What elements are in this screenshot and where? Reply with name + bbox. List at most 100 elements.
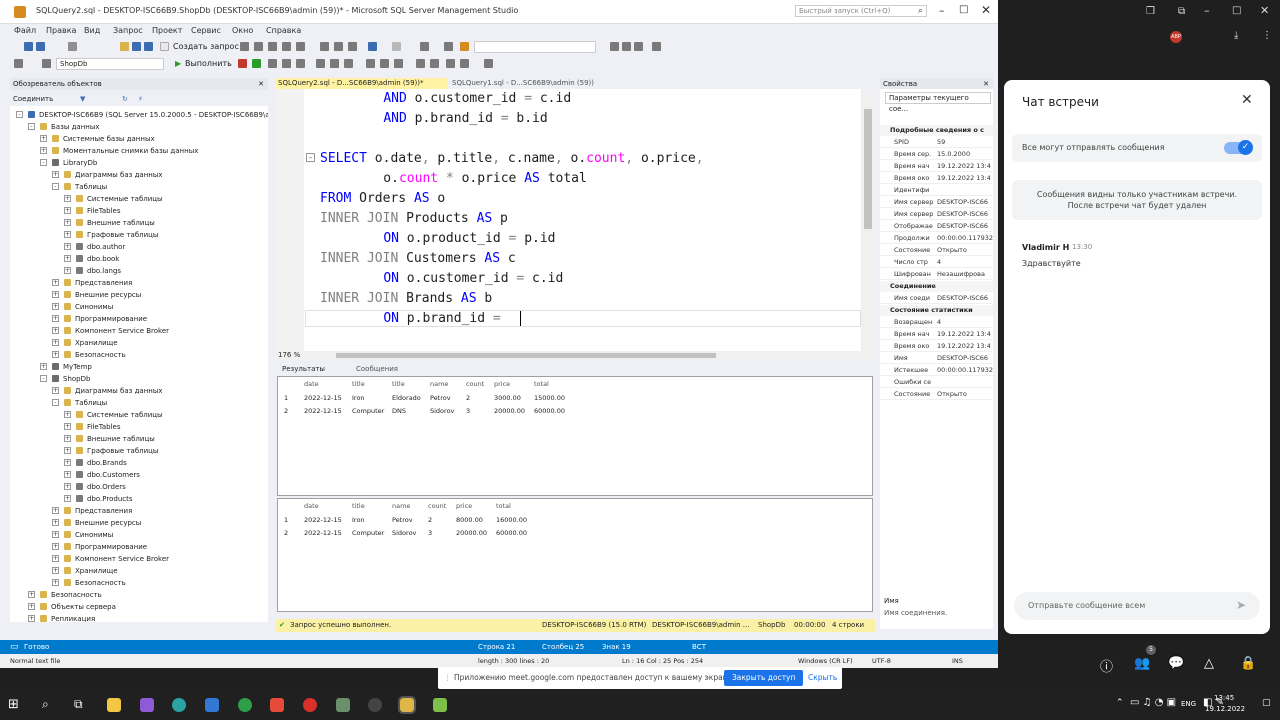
- tree-node[interactable]: Системные таблицы: [87, 410, 163, 420]
- uncomment-icon[interactable]: [430, 59, 439, 68]
- code-line[interactable]: FROM Orders AS o: [320, 191, 445, 207]
- expand-toggle[interactable]: +: [52, 351, 59, 358]
- scroll-thumb[interactable]: [864, 109, 872, 229]
- tree-node[interactable]: Представления: [75, 278, 132, 288]
- tree-node[interactable]: Безопасность: [75, 578, 126, 588]
- column-header[interactable]: count: [428, 501, 446, 511]
- grid-cell[interactable]: DNS: [392, 406, 406, 416]
- quick-launch-input[interactable]: Быстрый запуск (Ctrl+Q): [795, 5, 927, 17]
- column-header[interactable]: title: [352, 379, 365, 389]
- property-row[interactable]: Имя DESKTOP-ISC66: [880, 353, 993, 364]
- hide-button[interactable]: Скрыть: [808, 667, 837, 689]
- zoom-select[interactable]: 176 %: [278, 351, 300, 359]
- collapse-toggle[interactable]: -: [52, 399, 59, 406]
- properties-selector[interactable]: Параметры текущего сое...: [885, 92, 991, 113]
- column-header[interactable]: title: [352, 501, 365, 511]
- app-icon-8[interactable]: [336, 698, 350, 712]
- grid-cell[interactable]: Computer: [352, 406, 384, 416]
- grid-cell[interactable]: 3: [428, 528, 432, 538]
- tab-results[interactable]: Результаты: [282, 365, 325, 373]
- tree-node[interactable]: MyTemp: [63, 362, 92, 372]
- property-row[interactable]: Время око 19.12.2022 13:4: [880, 173, 993, 184]
- close-button[interactable]: ✕: [981, 3, 991, 17]
- notepadpp-app-icon[interactable]: [433, 698, 447, 712]
- grid-cell[interactable]: Petrov: [392, 515, 413, 525]
- panel-close-icon[interactable]: ✕: [258, 78, 264, 90]
- expand-toggle[interactable]: +: [64, 495, 71, 502]
- expand-toggle[interactable]: +: [52, 519, 59, 526]
- tree-node[interactable]: Внешние таблицы: [87, 218, 155, 228]
- tree-node[interactable]: FileTables: [87, 422, 120, 432]
- code-line[interactable]: INNER JOIN Products AS p: [320, 211, 508, 227]
- code-line[interactable]: SELECT o.date, p.title, c.name, o.count,…: [320, 151, 704, 167]
- clock-date[interactable]: 19.12.2022: [1205, 705, 1245, 713]
- results-grid-icon[interactable]: [366, 59, 375, 68]
- expand-toggle[interactable]: +: [64, 423, 71, 430]
- people-icon[interactable]: 👥: [1134, 656, 1150, 671]
- expand-toggle[interactable]: +: [52, 327, 59, 334]
- code-line[interactable]: ON p.brand_id =: [352, 311, 509, 327]
- new-query-button[interactable]: Создать запрос: [173, 42, 239, 51]
- grid-cell[interactable]: 60000.00: [496, 528, 527, 538]
- query-icon-4[interactable]: [282, 42, 291, 51]
- row-number[interactable]: 1: [284, 393, 288, 403]
- undo-icon[interactable]: [368, 42, 377, 51]
- property-row[interactable]: Время сер. 15.0.2000: [880, 149, 993, 160]
- column-header[interactable]: date: [304, 379, 319, 389]
- indent-icon[interactable]: [446, 59, 455, 68]
- results-file-icon[interactable]: [394, 59, 403, 68]
- stop-sharing-button[interactable]: Закрыть доступ: [724, 670, 804, 686]
- meet-minimize-icon[interactable]: –: [1204, 4, 1210, 17]
- expand-toggle[interactable]: +: [52, 279, 59, 286]
- code-line[interactable]: INNER JOIN Brands AS b: [320, 291, 492, 307]
- row-number[interactable]: 1: [284, 515, 288, 525]
- grid-cell[interactable]: 20000.00: [456, 528, 487, 538]
- expand-toggle[interactable]: +: [40, 147, 47, 154]
- grid-cell[interactable]: 3000.00: [494, 393, 521, 403]
- tool-icon-5[interactable]: [634, 42, 643, 51]
- download-icon[interactable]: ⤓: [1234, 30, 1238, 41]
- hscroll-thumb[interactable]: [336, 353, 716, 358]
- property-row[interactable]: SPID 59: [880, 137, 993, 148]
- tool-icon-4[interactable]: [610, 42, 619, 51]
- change-connection-icon[interactable]: [42, 59, 51, 68]
- save-all-icon[interactable]: [144, 42, 153, 51]
- tree-node[interactable]: Системные таблицы: [87, 194, 163, 204]
- code-line[interactable]: ON o.product_id = p.id: [352, 231, 555, 247]
- code-line[interactable]: AND o.customer_id = c.id: [352, 91, 571, 107]
- expand-toggle[interactable]: +: [64, 243, 71, 250]
- chat-icon[interactable]: 💬: [1168, 656, 1184, 671]
- expand-toggle[interactable]: +: [64, 207, 71, 214]
- tree-node[interactable]: Хранилище: [75, 566, 118, 576]
- expand-toggle[interactable]: +: [28, 615, 35, 622]
- chat-input[interactable]: Отправьте сообщение всем ➤: [1014, 592, 1260, 620]
- property-row[interactable]: Идентифи: [880, 185, 993, 196]
- query-icon-5[interactable]: [296, 42, 305, 51]
- outdent-icon[interactable]: [460, 59, 469, 68]
- send-icon[interactable]: ➤: [1236, 598, 1246, 612]
- stop-icon[interactable]: [238, 59, 247, 68]
- expand-toggle[interactable]: +: [52, 387, 59, 394]
- tree-node[interactable]: Безопасность: [75, 350, 126, 360]
- tree-node[interactable]: Моментальные снимки базы данных: [63, 146, 198, 156]
- property-row[interactable]: Время нач 19.12.2022 13:4: [880, 161, 993, 172]
- tree-node[interactable]: FileTables: [87, 206, 120, 216]
- notifications-icon[interactable]: ▢: [1262, 698, 1271, 708]
- filter-icon[interactable]: ▼: [80, 93, 85, 105]
- query-icon-2[interactable]: [254, 42, 263, 51]
- sql-tool-icon-3[interactable]: [296, 59, 305, 68]
- tool-icon-2[interactable]: [444, 42, 453, 51]
- property-row[interactable]: Истекшее 00:00:00.117932: [880, 365, 993, 376]
- new-project-icon[interactable]: [68, 42, 77, 51]
- property-section[interactable]: Подробные сведения о с: [880, 125, 993, 136]
- tray-icons[interactable]: ▭ ♫ ◔ ▣: [1130, 697, 1176, 708]
- tree-node[interactable]: DESKTOP-ISC66B9 (SQL Server 15.0.2000.5 …: [39, 110, 268, 120]
- solution-config-select[interactable]: [474, 41, 596, 53]
- comment-icon[interactable]: [416, 59, 425, 68]
- redo-icon[interactable]: [392, 42, 401, 51]
- tree-node[interactable]: Диаграммы баз данных: [75, 386, 163, 396]
- tree-node[interactable]: dbo.Customers: [87, 470, 140, 480]
- yandex-browser-app-icon[interactable]: [303, 698, 317, 712]
- menu-item[interactable]: Правка: [46, 26, 76, 35]
- expand-toggle[interactable]: +: [52, 543, 59, 550]
